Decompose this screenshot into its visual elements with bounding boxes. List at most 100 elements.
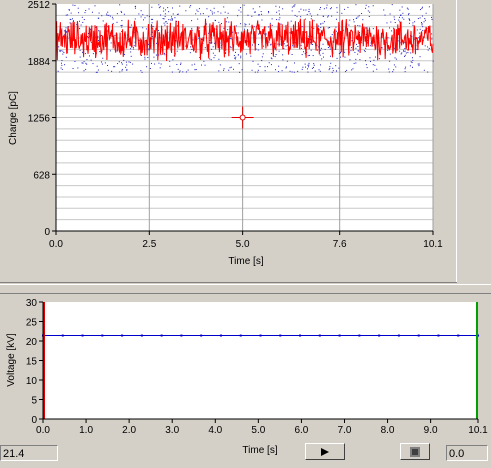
charge-scatter-point bbox=[162, 18, 164, 20]
charge-scatter-point bbox=[153, 56, 155, 58]
charge-scatter-point bbox=[78, 12, 80, 14]
panel-divider[interactable] bbox=[0, 284, 491, 294]
voltage-chart[interactable]: 0510152025300.0 1.0 2.0 3.0 4.0 5.0 6.0 7.0 8.0 9… bbox=[0, 294, 491, 468]
charge-scatter-point bbox=[146, 15, 148, 17]
charge-scatter-point bbox=[305, 31, 307, 33]
charge-scatter-point bbox=[346, 69, 348, 71]
voltage-series-point bbox=[358, 334, 361, 337]
charge-scatter-point bbox=[227, 12, 229, 14]
charge-scatter-point bbox=[374, 56, 376, 58]
charge-scatter-point bbox=[329, 27, 331, 29]
voltage-plot-area[interactable] bbox=[43, 302, 478, 419]
charge-scatter-point bbox=[330, 62, 332, 64]
charge-scatter-point bbox=[230, 66, 232, 68]
charge-scatter-point bbox=[282, 54, 284, 56]
charge-scatter-point bbox=[190, 5, 192, 7]
charge-scatter-point bbox=[394, 22, 396, 24]
charge-scatter-point bbox=[305, 9, 307, 11]
charge-scatter-point bbox=[158, 62, 160, 64]
charge-scatter-point bbox=[128, 61, 130, 63]
charge-scatter-point bbox=[393, 69, 395, 71]
charge-scatter-point bbox=[307, 64, 309, 66]
charge-scatter-point bbox=[107, 69, 109, 71]
charge-scatter-point bbox=[252, 60, 254, 62]
charge-chart[interactable]: 0.0 2.5 5.0 7.6 10.1 0 628 1256 1884 2512 Charge … bbox=[0, 0, 456, 282]
charge-scatter-point bbox=[212, 46, 214, 48]
charge-scatter-point bbox=[142, 19, 144, 21]
charge-scatter-point bbox=[106, 13, 108, 15]
charge-scatter-point bbox=[65, 14, 67, 16]
charge-scatter-point bbox=[123, 13, 125, 15]
charge-scatter-point bbox=[372, 28, 374, 30]
charge-y-tick-label: 1256 bbox=[28, 114, 51, 125]
charge-scatter-point bbox=[431, 38, 433, 40]
voltage-series-point bbox=[239, 334, 242, 337]
stop-button[interactable] bbox=[400, 443, 430, 460]
charge-scatter-point bbox=[373, 59, 375, 61]
charge-scatter-point bbox=[252, 8, 254, 10]
charge-scatter-point bbox=[262, 53, 264, 55]
charge-scatter-point bbox=[349, 19, 351, 21]
charge-scatter-point bbox=[348, 24, 350, 26]
charge-scatter-point bbox=[329, 48, 331, 50]
charge-scatter-point bbox=[166, 22, 168, 24]
charge-scatter-point bbox=[336, 7, 338, 9]
charge-scatter-point bbox=[350, 47, 352, 49]
play-button[interactable] bbox=[305, 443, 345, 460]
charge-scatter-point bbox=[223, 6, 225, 8]
charge-scatter-point bbox=[157, 29, 159, 31]
charge-scatter-point bbox=[230, 47, 232, 49]
charge-scatter-point bbox=[291, 6, 293, 8]
charge-scatter-point bbox=[388, 71, 390, 73]
charge-scatter-point bbox=[274, 56, 276, 58]
charge-scatter-point bbox=[398, 19, 400, 21]
charge-scatter-point bbox=[254, 11, 256, 13]
charge-scatter-point bbox=[335, 18, 337, 20]
charge-scatter-point bbox=[217, 11, 219, 13]
charge-scatter-point bbox=[101, 15, 103, 17]
charge-scatter-point bbox=[169, 60, 171, 62]
charge-scatter-point bbox=[417, 63, 419, 65]
charge-scatter-point bbox=[197, 18, 199, 20]
charge-scatter-point bbox=[167, 7, 169, 9]
charge-scatter-point bbox=[218, 21, 220, 23]
charge-scatter-point bbox=[251, 15, 253, 17]
charge-scatter-point bbox=[165, 21, 167, 23]
charge-scatter-point bbox=[81, 62, 83, 64]
charge-scatter-point bbox=[132, 48, 134, 50]
charge-scatter-point bbox=[262, 45, 264, 47]
charge-scatter-point bbox=[191, 64, 193, 66]
charge-scatter-point bbox=[303, 9, 305, 11]
charge-scatter-point bbox=[323, 8, 325, 10]
charge-scatter-point bbox=[171, 18, 173, 20]
charge-scatter-point bbox=[96, 65, 98, 67]
charge-scatter-point bbox=[78, 20, 80, 22]
charge-scatter-point bbox=[92, 63, 94, 65]
charge-scatter-point bbox=[154, 63, 156, 65]
charge-scatter-point bbox=[319, 70, 321, 72]
charge-scatter-point bbox=[60, 50, 62, 52]
charge-scatter-point bbox=[254, 71, 256, 73]
charge-scatter-point bbox=[163, 52, 165, 54]
voltage-series-point bbox=[81, 334, 84, 337]
charge-scatter-point bbox=[431, 33, 433, 35]
charge-scatter-point bbox=[194, 63, 196, 65]
charge-scatter-point bbox=[349, 59, 351, 61]
charge-scatter-point bbox=[365, 4, 367, 6]
charge-scatter-point bbox=[238, 63, 240, 65]
charge-scatter-point bbox=[206, 8, 208, 10]
charge-scatter-point bbox=[282, 59, 284, 61]
voltage-readout[interactable]: 21.4 bbox=[0, 445, 58, 461]
charge-scatter-point bbox=[372, 70, 374, 72]
time-readout[interactable]: 0.0 bbox=[446, 445, 488, 461]
charge-scatter-point bbox=[60, 62, 62, 64]
charge-scatter-point bbox=[314, 70, 316, 72]
charge-scatter-point bbox=[85, 68, 87, 70]
charge-scatter-point bbox=[417, 18, 419, 20]
charge-scatter-point bbox=[328, 69, 330, 71]
charge-scatter-point bbox=[82, 51, 84, 53]
charge-scatter-point bbox=[365, 47, 367, 49]
charge-scatter-point bbox=[419, 17, 421, 19]
stop-icon bbox=[410, 446, 420, 457]
charge-scatter-point bbox=[213, 7, 215, 9]
